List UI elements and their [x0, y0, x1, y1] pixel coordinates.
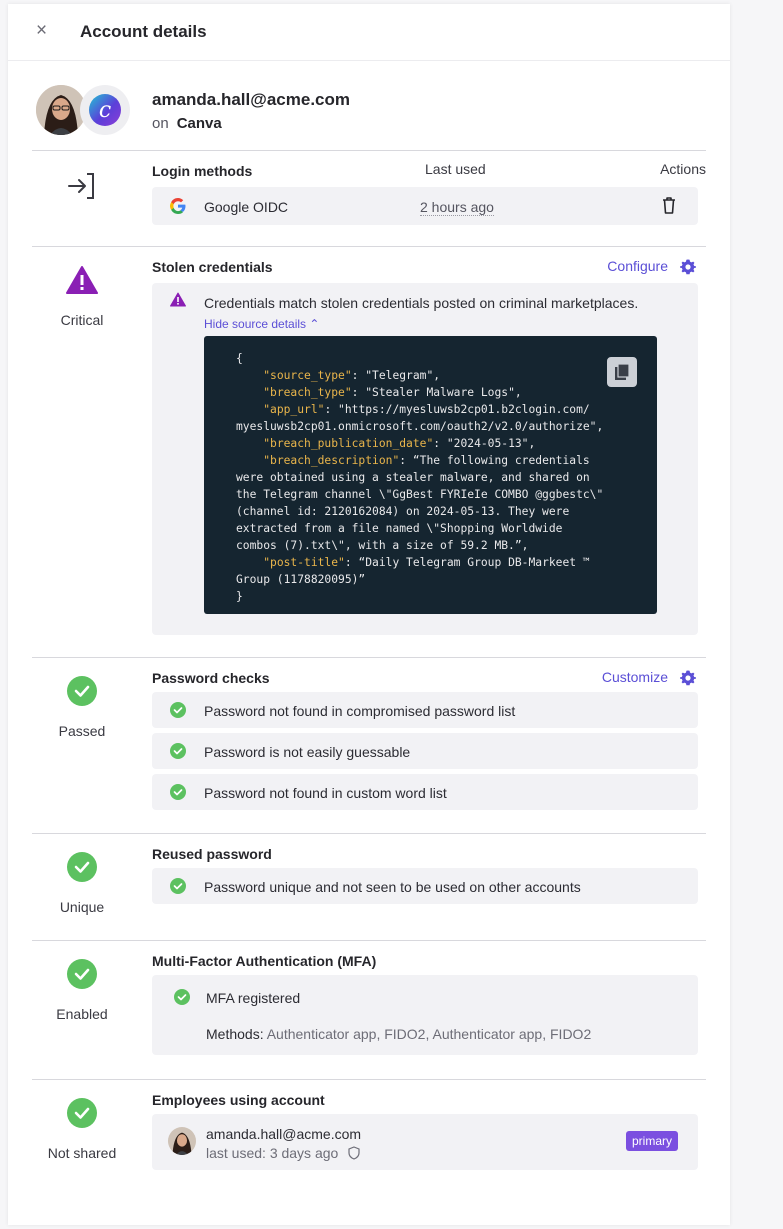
password-check-row: Password is not easily guessable — [152, 733, 698, 769]
not-shared-label: Not shared — [47, 1145, 117, 1161]
password-checks-title: Password checks — [152, 670, 270, 686]
col-last-used: Last used — [425, 161, 486, 177]
employee-row[interactable]: amanda.hall@acme.com last used: 3 days a… — [152, 1114, 698, 1170]
password-check-row: Password not found in custom word list — [152, 774, 698, 810]
account-details-panel: × Account details c amanda.hall@acme.com… — [8, 4, 730, 1225]
mfa-methods-label: Methods: — [206, 1026, 264, 1042]
code-line: (channel id: 2120162084) on 2024-05-13. … — [236, 505, 570, 518]
on-label: on — [152, 115, 169, 132]
hide-source-details-link[interactable]: Hide source details ⌃ — [204, 317, 319, 331]
copy-button[interactable] — [607, 357, 637, 387]
login-last-used: 2 hours ago — [420, 199, 494, 216]
code-line: myesluwsb2cp01.onmicrosoft.com/oauth2/v2… — [236, 420, 604, 433]
reused-password-row: Password unique and not seen to be used … — [152, 868, 698, 904]
enabled-label: Enabled — [56, 1006, 108, 1022]
copy-icon — [615, 363, 630, 380]
check-circle-icon — [67, 676, 97, 706]
password-check-row: Password not found in compromised passwo… — [152, 692, 698, 728]
close-icon[interactable]: × — [36, 21, 47, 41]
mfa-methods-line: Methods: Authenticator app, FIDO2, Authe… — [206, 1026, 591, 1042]
code-line: "source_type": "Telegram", — [263, 369, 441, 382]
login-methods-title: Login methods — [152, 163, 253, 179]
check-circle-icon — [67, 852, 97, 882]
reused-password-title: Reused password — [152, 846, 272, 862]
code-block: { "source_type": "Telegram", "breach_typ… — [236, 350, 603, 605]
check-circle-icon — [67, 1098, 97, 1128]
enabled-status: Enabled — [32, 959, 132, 1022]
critical-warning-icon — [66, 266, 98, 294]
password-check-text: Password not found in custom word list — [204, 785, 447, 801]
code-line: "app_url": "https://myesluwsb2cp01.b2clo… — [263, 403, 590, 416]
stolen-message: Credentials match stolen credentials pos… — [204, 295, 639, 311]
reused-password-section: Unique Reused password Password unique a… — [32, 833, 706, 940]
configure-link[interactable]: Configure — [607, 258, 668, 274]
check-circle-icon — [170, 784, 186, 800]
employees-section: Not shared Employees using account amand… — [32, 1079, 706, 1189]
customize-link[interactable]: Customize — [602, 669, 668, 685]
canva-logo: c — [89, 94, 121, 126]
code-line: combos (7).txt\", with a size of 59.2 MB… — [236, 539, 529, 552]
passed-status: Passed — [32, 676, 132, 739]
mfa-title: Multi-Factor Authentication (MFA) — [152, 953, 377, 969]
delete-icon[interactable] — [662, 197, 676, 219]
code-line: the Telegram channel \"GgBest FYRIeIe CO… — [236, 488, 604, 501]
code-line: extracted from a file named \"Shopping W… — [236, 522, 563, 535]
user-avatar — [36, 85, 86, 135]
mfa-registered-text: MFA registered — [206, 990, 301, 1006]
gear-icon[interactable] — [680, 259, 696, 275]
panel-header: × Account details — [8, 4, 730, 61]
code-line: { — [236, 352, 243, 365]
primary-badge: primary — [625, 1131, 678, 1151]
login-methods-section: Login methods Last used Actions Google O… — [32, 150, 706, 246]
panel-title: Account details — [80, 22, 207, 41]
code-line: } — [236, 590, 243, 603]
mfa-box: MFA registered Methods: Authenticator ap… — [152, 975, 698, 1055]
employee-last-used: last used: 3 days ago — [206, 1145, 339, 1161]
login-icon — [32, 171, 132, 206]
code-line: were obtained using a stealer malware, a… — [236, 471, 590, 484]
password-checks-section: Passed Password checks Customize Passwor… — [32, 657, 706, 833]
critical-label: Critical — [60, 312, 104, 328]
password-check-text: Password not found in compromised passwo… — [204, 703, 516, 719]
google-icon — [170, 198, 186, 219]
shield-icon — [348, 1146, 360, 1160]
hide-source-label: Hide source details — [204, 317, 307, 331]
critical-status: Critical — [32, 265, 132, 328]
warning-icon — [170, 292, 186, 307]
code-line: "post-title": “Daily Telegram Group DB-M… — [263, 556, 590, 569]
chevron-up-icon: ⌃ — [309, 317, 320, 331]
check-circle-icon — [170, 878, 186, 894]
mfa-methods-value: Authenticator app, FIDO2, Authenticator … — [266, 1026, 592, 1042]
app-avatar: c — [80, 85, 130, 135]
check-circle-icon — [67, 959, 97, 989]
reused-password-text: Password unique and not seen to be used … — [204, 879, 581, 895]
mfa-section: Enabled Multi-Factor Authentication (MFA… — [32, 940, 706, 1079]
password-check-text: Password is not easily guessable — [204, 744, 411, 760]
employees-title: Employees using account — [152, 1092, 325, 1108]
check-circle-icon — [170, 702, 186, 718]
check-circle-icon — [170, 743, 186, 759]
passed-label: Passed — [58, 723, 106, 739]
source-details-code: { "source_type": "Telegram", "breach_typ… — [204, 336, 657, 614]
not-shared-status: Not shared — [32, 1098, 132, 1161]
code-line: Group (1178820095)” — [236, 573, 366, 586]
stolen-credentials-box: Credentials match stolen credentials pos… — [152, 283, 698, 635]
account-app-line: on Canva — [152, 115, 222, 132]
app-name: Canva — [176, 115, 222, 132]
employee-avatar — [168, 1127, 196, 1155]
unique-label: Unique — [59, 899, 105, 915]
stolen-credentials-section: Critical Stolen credentials Configure Cr… — [32, 246, 706, 657]
code-line: "breach_publication_date": "2024-05-13", — [263, 437, 536, 450]
col-actions: Actions — [660, 161, 706, 177]
employee-email: amanda.hall@acme.com — [206, 1126, 362, 1142]
unique-status: Unique — [32, 852, 132, 915]
gear-icon[interactable] — [680, 670, 696, 686]
account-email: amanda.hall@acme.com — [152, 90, 350, 109]
check-circle-icon — [174, 989, 190, 1005]
login-method-row: Google OIDC 2 hours ago — [152, 187, 698, 225]
stolen-credentials-title: Stolen credentials — [152, 259, 273, 275]
login-method-name: Google OIDC — [204, 199, 289, 215]
code-line: "breach_description": “The following cre… — [263, 454, 590, 467]
code-line: "breach_type": "Stealer Malware Logs", — [263, 386, 522, 399]
